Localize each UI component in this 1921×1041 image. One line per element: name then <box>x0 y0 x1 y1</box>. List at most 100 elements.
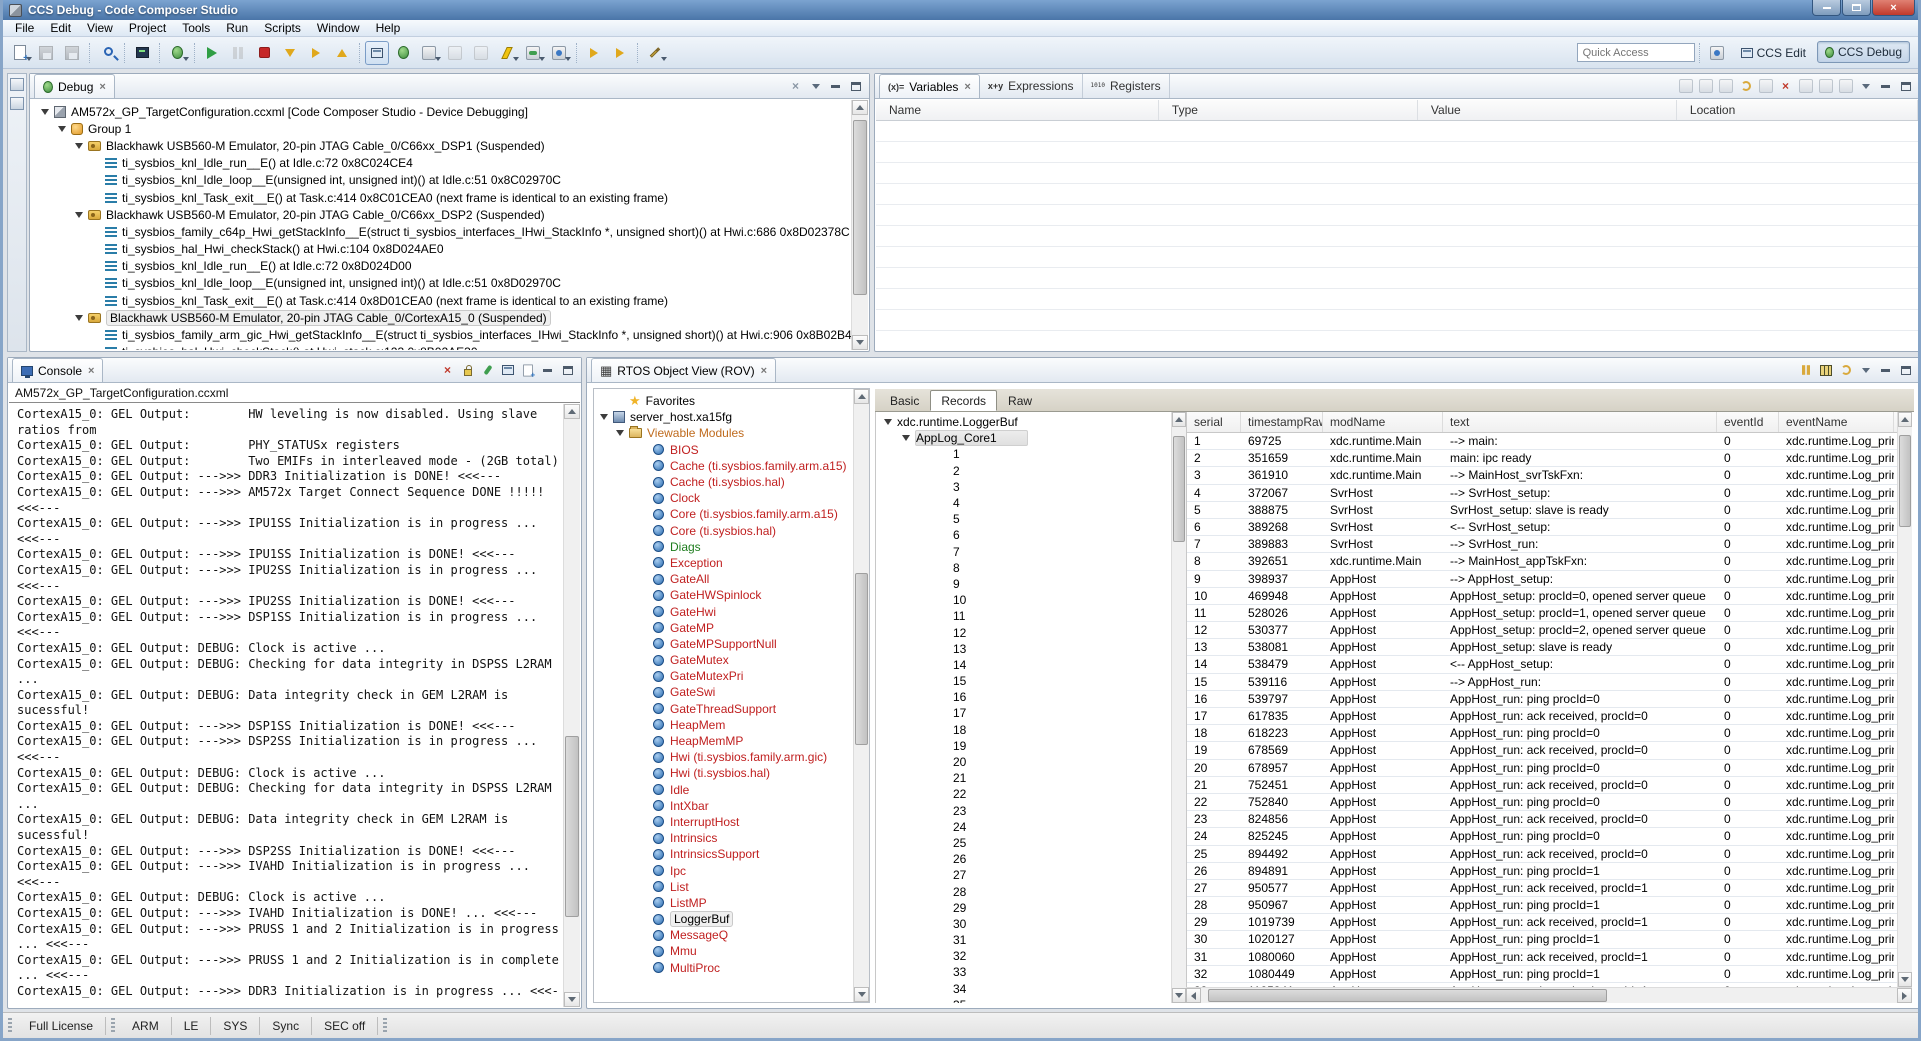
rov-instance-row[interactable]: 28 <box>876 883 1171 899</box>
close-window-button[interactable]: × <box>1872 0 1915 16</box>
rov-instance-row[interactable]: 18 <box>876 722 1171 738</box>
view-menu-icon[interactable] <box>1856 77 1875 95</box>
rov-instance-row[interactable]: 15 <box>876 673 1171 689</box>
minimize-window-button[interactable] <box>1812 0 1841 16</box>
menu-item-run[interactable]: Run <box>218 20 256 36</box>
debug-tree-row[interactable]: ti_sysbios_hal_Hwi_checkStack() at Hwi.c… <box>37 241 851 258</box>
rov-tree-row[interactable]: IntrinsicsSupport <box>594 846 869 862</box>
records-row[interactable]: 6389268SvrHost<-- SvrHost_setup:0xdc.run… <box>1187 519 1897 536</box>
debug-tree-row[interactable]: Group 1 <box>37 120 851 137</box>
save-icon[interactable] <box>34 41 58 65</box>
rov-tree-row[interactable]: LoggerBuf <box>594 911 869 927</box>
expander-icon[interactable] <box>884 419 892 425</box>
scroll-down-icon[interactable] <box>852 335 868 350</box>
records-row[interactable]: 20678957AppHostAppHost_run: ping procId=… <box>1187 760 1897 777</box>
records-row[interactable]: 5388875SvrHostSvrHost_setup: slave is re… <box>1187 502 1897 519</box>
rov-tree-row[interactable]: Clock <box>594 490 869 506</box>
remove-all-icon[interactable] <box>1796 77 1815 95</box>
debug-tree-row[interactable]: ti_sysbios_knl_Idle_run__E() at Idle.c:7… <box>37 258 851 275</box>
quick-access-input[interactable] <box>1577 43 1695 62</box>
records-row[interactable]: 17617835AppHostAppHost_run: ack received… <box>1187 708 1897 725</box>
connect-target-icon[interactable] <box>521 41 545 65</box>
expander-icon[interactable] <box>75 212 83 218</box>
rov-tree-row[interactable]: GateSwi <box>594 684 869 700</box>
records-row[interactable]: 12530377AppHostAppHost_setup: procId=2, … <box>1187 622 1897 639</box>
restore-views-icon[interactable] <box>547 41 571 65</box>
rov-tree-row[interactable]: GateMutex <box>594 652 869 668</box>
scroll-thumb[interactable] <box>1899 435 1911 527</box>
rov-tree-row[interactable]: Cache (ti.sysbios.hal) <box>594 474 869 490</box>
tab-debug[interactable]: Debug × <box>34 74 115 98</box>
rov-tree-row[interactable]: Exception <box>594 555 869 571</box>
debug-tree-row[interactable]: ti_sysbios_knl_Idle_run__E() at Idle.c:7… <box>37 155 851 172</box>
rov-instance-row[interactable]: 1 <box>876 446 1171 462</box>
rov-tree-row[interactable]: Intrinsics <box>594 830 869 846</box>
rov-tree-row[interactable]: GateMPSupportNull <box>594 636 869 652</box>
rov-instance-row[interactable]: 3 <box>876 479 1171 495</box>
remove-icon[interactable]: × <box>1776 77 1795 95</box>
close-icon[interactable]: × <box>964 81 970 93</box>
menu-item-window[interactable]: Window <box>309 20 368 36</box>
rov-tree-row[interactable]: ★Favorites <box>594 393 869 409</box>
display-selected-console-icon[interactable] <box>498 361 517 379</box>
variables-grid[interactable] <box>876 121 1918 350</box>
step-over-icon[interactable] <box>304 41 328 65</box>
records-row[interactable]: 27950577AppHostAppHost_run: ack received… <box>1187 880 1897 897</box>
records-column-serial[interactable]: serial <box>1187 412 1241 432</box>
minimize-icon[interactable] <box>826 77 845 95</box>
maximize-icon[interactable] <box>1896 361 1915 379</box>
rov-instance-row[interactable]: 34 <box>876 981 1171 997</box>
perspective-button-ccs-edit[interactable]: CCS Edit <box>1734 42 1813 64</box>
table-view-icon[interactable] <box>1816 361 1835 379</box>
new-expression-icon[interactable] <box>1756 77 1775 95</box>
records-row[interactable]: 10469948AppHostAppHost_setup: procId=0, … <box>1187 588 1897 605</box>
records-column-eventname[interactable]: eventName <box>1779 412 1894 432</box>
clear-console-icon[interactable]: × <box>438 361 457 379</box>
records-row[interactable]: 4372067SvrHost--> SvrHost_setup:0xdc.run… <box>1187 485 1897 502</box>
records-column-timestampraw[interactable]: timestampRaw <box>1241 412 1323 432</box>
column-header-value[interactable]: Value <box>1418 100 1677 120</box>
search-icon[interactable] <box>95 41 119 65</box>
refresh-icon[interactable] <box>1736 77 1755 95</box>
debug-tree-row[interactable]: Blackhawk USB560-M Emulator, 20-pin JTAG… <box>37 137 851 154</box>
add-watch-icon[interactable] <box>1696 77 1715 95</box>
debug-tree-row[interactable]: ti_sysbios_family_arm_gic_Hwi_getStackIn… <box>37 326 851 343</box>
rov-tree-row[interactable]: Core (ti.sysbios.hal) <box>594 523 869 539</box>
close-icon[interactable]: × <box>88 365 94 377</box>
refresh-icon[interactable] <box>1836 361 1855 379</box>
records-row[interactable]: 15539116AppHost--> AppHost_run:0xdc.runt… <box>1187 674 1897 691</box>
rov-instance-row[interactable]: 19 <box>876 738 1171 754</box>
records-row[interactable]: 26894891AppHostAppHost_run: ping procId=… <box>1187 863 1897 880</box>
rov-instance-row[interactable]: 2 <box>876 463 1171 479</box>
rov-instance-row[interactable]: 21 <box>876 770 1171 786</box>
expander-icon[interactable] <box>600 414 608 420</box>
open-console-icon[interactable] <box>518 361 537 379</box>
records-row[interactable]: 28950967AppHostAppHost_run: ping procId=… <box>1187 897 1897 914</box>
debug-icon[interactable] <box>165 41 189 65</box>
minimize-icon[interactable] <box>538 361 557 379</box>
highlight-icon[interactable] <box>643 41 667 65</box>
step-return-icon[interactable] <box>330 41 354 65</box>
records-row[interactable]: 11528026AppHostAppHost_setup: procId=1, … <box>1187 605 1897 622</box>
debug-tree-row[interactable]: AM572x_GP_TargetConfiguration.ccxml [Cod… <box>37 103 851 120</box>
expander-icon[interactable] <box>616 430 624 436</box>
rov-instance-row[interactable]: 17 <box>876 705 1171 721</box>
expander-icon[interactable] <box>58 126 66 132</box>
records-column-text[interactable]: text <box>1443 412 1717 432</box>
rov-tree-row[interactable]: Cache (ti.sysbios.family.arm.a15) <box>594 458 869 474</box>
rov-tree-row[interactable]: GateMP <box>594 620 869 636</box>
rov-tree-row[interactable]: Viewable Modules <box>594 425 869 441</box>
rov-tree-row[interactable]: List <box>594 879 869 895</box>
records-column-modname[interactable]: modName <box>1323 412 1443 432</box>
tab-basic[interactable]: Basic <box>879 390 930 411</box>
debug-tree-row[interactable]: ti_sysbios_knl_Task_exit__E() at Task.c:… <box>37 189 851 206</box>
column-header-location[interactable]: Location <box>1677 100 1918 120</box>
scroll-up-icon[interactable] <box>1898 412 1912 427</box>
rov-instance-row[interactable]: 10 <box>876 592 1171 608</box>
tab-console[interactable]: Console × <box>12 358 103 382</box>
debug-tree-row[interactable]: ti_sysbios_hal_Hwi_checkStack() at Hwi_s… <box>37 344 851 350</box>
records-row[interactable]: 25894492AppHostAppHost_run: ack received… <box>1187 846 1897 863</box>
import-icon[interactable] <box>1816 77 1835 95</box>
rov-instance-row[interactable]: 7 <box>876 544 1171 560</box>
maximize-icon[interactable] <box>1896 77 1915 95</box>
